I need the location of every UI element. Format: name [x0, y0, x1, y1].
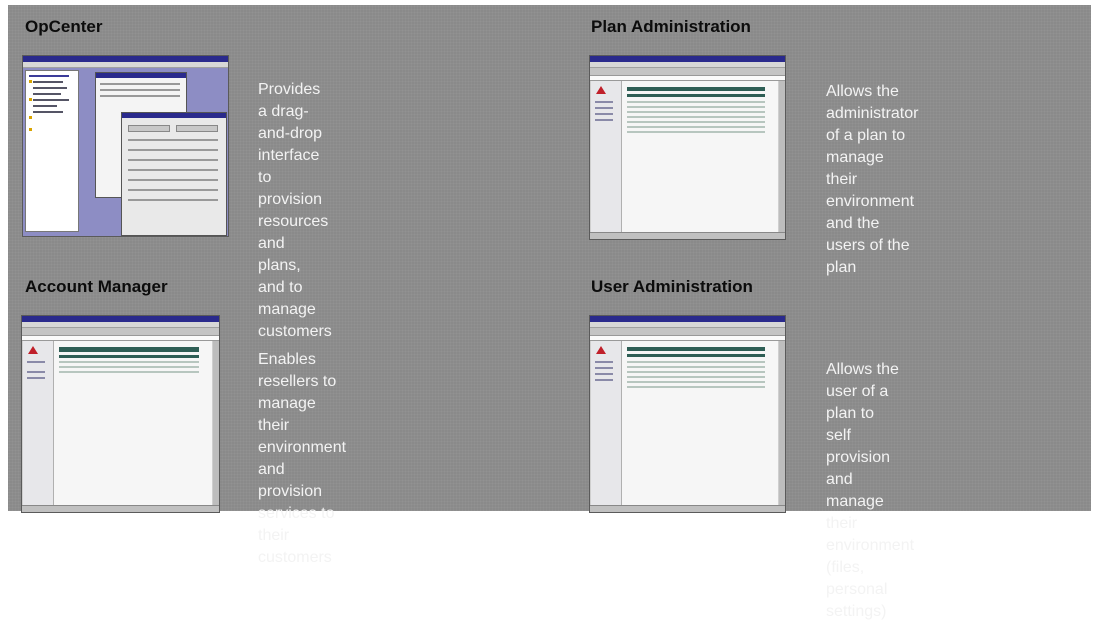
panel-description: Provides a drag-and-drop interface to pr…: [258, 81, 332, 340]
panel-title: Plan Administration: [591, 17, 751, 36]
panel-title: User Administration: [591, 277, 753, 296]
brand-logo-icon: [596, 86, 606, 94]
panel-title: OpCenter: [25, 17, 103, 36]
brand-logo-icon: [596, 346, 606, 354]
panel-description: Allows the user of a plan to self provis…: [826, 361, 915, 620]
edit-dialog-thumb: [121, 112, 227, 236]
slide-canvas: OpCenter Provides a drag-and-drop interf…: [8, 5, 1091, 620]
plan-admin-browser-screenshot-icon: [589, 55, 786, 240]
panel-title: Account Manager: [25, 277, 168, 296]
panel-description: Enables resellers to manage their enviro…: [258, 351, 347, 566]
user-admin-browser-screenshot-icon: [589, 315, 786, 513]
brand-logo-icon: [28, 346, 38, 354]
panel-description: Allows the administrator of a plan to ma…: [826, 83, 919, 276]
account-manager-browser-screenshot-icon: [21, 315, 220, 513]
opcenter-window-screenshot-icon: [22, 55, 229, 237]
tree-view-thumb: [25, 70, 79, 232]
